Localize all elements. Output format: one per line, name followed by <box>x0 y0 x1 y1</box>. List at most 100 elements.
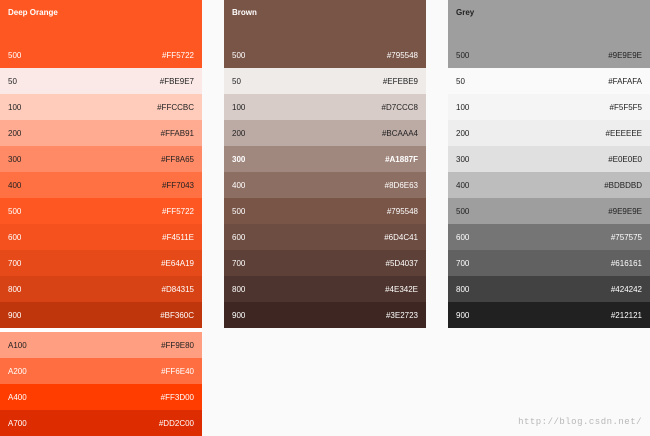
shade-label: 400 <box>232 180 246 190</box>
shade-label: 800 <box>232 284 246 294</box>
shade-label: 500 <box>8 206 22 216</box>
palette-grey: Grey 500 #9E9E9E 50 #FAFAFA 100 #F5F5F5 200 #EEE… <box>448 0 650 328</box>
header-shade-row: 500 #795548 <box>232 51 418 60</box>
palette-header: Grey 500 #9E9E9E <box>448 0 650 68</box>
color-swatch: A400 #FF3D00 <box>0 384 202 410</box>
hex-code: #D84315 <box>161 284 194 294</box>
palette-name: Brown <box>232 8 257 17</box>
color-swatch: 900 #BF360C <box>0 302 202 328</box>
hex-code: #FFCCBC <box>157 102 194 112</box>
color-swatch: 400 #BDBDBD <box>448 172 650 198</box>
palette-header: Brown 500 #795548 <box>224 0 426 68</box>
hex-code: #D7CCC8 <box>381 102 418 112</box>
hex-code: #FF5722 <box>161 206 194 216</box>
shade-label: 500 <box>456 51 470 60</box>
color-swatch: A100 #FF9E80 <box>0 332 202 358</box>
shade-label: A700 <box>8 418 27 428</box>
hex-code: #795548 <box>386 206 418 216</box>
hex-code: #212121 <box>610 310 642 320</box>
color-swatch: 900 #212121 <box>448 302 650 328</box>
palette-name: Deep Orange <box>8 8 58 17</box>
hex-code: #FAFAFA <box>608 76 642 86</box>
color-swatch: 400 #8D6E63 <box>224 172 426 198</box>
shade-label: 300 <box>8 154 22 164</box>
shade-label: 700 <box>232 258 246 268</box>
color-swatch: 100 #FFCCBC <box>0 94 202 120</box>
color-swatch: 600 #757575 <box>448 224 650 250</box>
hex-code: #F4511E <box>162 232 194 242</box>
color-swatch: 800 #D84315 <box>0 276 202 302</box>
hex-code: #F5F5F5 <box>609 102 642 112</box>
header-shade-row: 500 #9E9E9E <box>456 51 642 60</box>
color-swatch: 500 #795548 <box>224 198 426 224</box>
shade-label: 800 <box>8 284 22 294</box>
shade-label: 100 <box>456 102 470 112</box>
color-swatch: 800 #4E342E <box>224 276 426 302</box>
hex-code: #9E9E9E <box>608 51 642 60</box>
color-swatch: A200 #FF6E40 <box>0 358 202 384</box>
shade-label: A200 <box>8 366 27 376</box>
shade-label: 300 <box>232 154 246 164</box>
hex-code: #FF5722 <box>161 51 194 60</box>
hex-code: #9E9E9E <box>608 206 642 216</box>
hex-code: #A1887F <box>385 154 418 164</box>
hex-code: #FBE9E7 <box>159 76 194 86</box>
color-swatch: 100 #F5F5F5 <box>448 94 650 120</box>
color-swatch: A700 #DD2C00 <box>0 410 202 436</box>
color-swatch: 800 #424242 <box>448 276 650 302</box>
color-swatch: 50 #EFEBE9 <box>224 68 426 94</box>
hex-code: #FF3D00 <box>160 392 194 402</box>
hex-code: #FF7043 <box>161 180 194 190</box>
color-swatch: 900 #3E2723 <box>224 302 426 328</box>
palette-deep-orange: Deep Orange 500 #FF5722 50 #FBE9E7 100 #FFCCBC… <box>0 0 202 436</box>
hex-code: #EFEBE9 <box>382 76 418 86</box>
hex-code: #E0E0E0 <box>608 154 642 164</box>
palette-name: Grey <box>456 8 475 17</box>
shade-label: 100 <box>8 102 22 112</box>
shade-label: 100 <box>232 102 246 112</box>
shade-label: A400 <box>8 392 27 402</box>
hex-code: #424242 <box>610 284 642 294</box>
hex-code: #FFAB91 <box>160 128 194 138</box>
color-swatch: 200 #BCAAA4 <box>224 120 426 146</box>
shade-label: 200 <box>8 128 22 138</box>
swatch-list: 50 #FBE9E7 100 #FFCCBC 200 #FFAB91 300 #FF8A65 4… <box>0 68 202 328</box>
shade-label: 800 <box>456 284 470 294</box>
hex-code: #BDBDBD <box>604 180 642 190</box>
color-swatch: 50 #FAFAFA <box>448 68 650 94</box>
color-swatch: 700 #5D4037 <box>224 250 426 276</box>
hex-code: #795548 <box>386 51 418 60</box>
color-swatch: 700 #E64A19 <box>0 250 202 276</box>
color-swatch: 300 #E0E0E0 <box>448 146 650 172</box>
hex-code: #DD2C00 <box>158 418 194 428</box>
shade-label: A100 <box>8 340 27 350</box>
hex-code: #FF6E40 <box>161 366 194 376</box>
shade-label: 600 <box>232 232 246 242</box>
accent-swatch-list: A100 #FF9E80 A200 #FF6E40 A400 #FF3D00 A700 #DD… <box>0 332 202 436</box>
hex-code: #616161 <box>610 258 642 268</box>
color-swatch: 300 #FF8A65 <box>0 146 202 172</box>
shade-label: 400 <box>8 180 22 190</box>
header-shade-row: 500 #FF5722 <box>8 51 194 60</box>
hex-code: #8D6E63 <box>384 180 418 190</box>
color-swatch: 600 #F4511E <box>0 224 202 250</box>
palette-header: Deep Orange 500 #FF5722 <box>0 0 202 68</box>
hex-code: #6D4C41 <box>384 232 418 242</box>
swatch-list: 50 #EFEBE9 100 #D7CCC8 200 #BCAAA4 300 #A1887F 4… <box>224 68 426 328</box>
color-swatch: 600 #6D4C41 <box>224 224 426 250</box>
color-swatch: 100 #D7CCC8 <box>224 94 426 120</box>
hex-code: #757575 <box>610 232 642 242</box>
shade-label: 200 <box>232 128 246 138</box>
color-swatch: 200 #FFAB91 <box>0 120 202 146</box>
shade-label: 300 <box>456 154 470 164</box>
shade-label: 500 <box>232 206 246 216</box>
hex-code: #BF360C <box>160 310 194 320</box>
hex-code: #3E2723 <box>385 310 418 320</box>
hex-code: #FF8A65 <box>161 154 194 164</box>
hex-code: #4E342E <box>385 284 418 294</box>
shade-label: 50 <box>8 76 17 86</box>
color-swatch: 300 #A1887F <box>224 146 426 172</box>
color-swatch: 500 #FF5722 <box>0 198 202 224</box>
hex-code: #FF9E80 <box>161 340 194 350</box>
shade-label: 600 <box>456 232 470 242</box>
